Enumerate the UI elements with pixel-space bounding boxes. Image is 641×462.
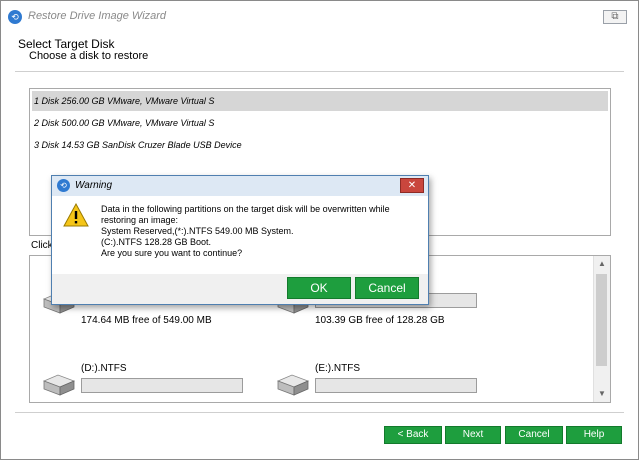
dialog-message-line: System Reserved,(*:).NTFS 549.00 MB Syst…	[101, 226, 294, 236]
dialog-message-line: Data in the following partitions on the …	[101, 204, 390, 214]
title-bar: ⟲ Restore Drive Image Wizard ⧉	[1, 1, 638, 31]
window-title: Restore Drive Image Wizard	[28, 10, 167, 22]
partition-free-space: 174.64 MB free of 549.00 MB	[81, 315, 212, 326]
divider	[15, 412, 624, 413]
page-title: Select Target Disk	[18, 37, 115, 51]
hard-drive-icon[interactable]	[42, 373, 76, 397]
dialog-cancel-button[interactable]: Cancel	[355, 277, 419, 299]
next-button[interactable]: Next	[445, 426, 501, 444]
dialog-title: Warning	[75, 180, 113, 191]
ok-button[interactable]: OK	[287, 277, 351, 299]
disk-list-item[interactable]: 1 Disk 256.00 GB VMware, VMware Virtual …	[32, 91, 608, 111]
dialog-message-line: restoring an image:	[101, 215, 179, 225]
dialog-message-line: Are you sure you want to continue?	[101, 248, 243, 258]
dialog-title-bar: ⟲ Warning ✕	[52, 176, 428, 196]
scroll-up-icon[interactable]: ▲	[594, 256, 610, 272]
warning-icon	[63, 203, 89, 227]
warning-dialog: ⟲ Warning ✕ Data in the following partit…	[51, 175, 429, 305]
partition-usage-bar	[315, 378, 477, 393]
hard-drive-icon[interactable]	[276, 373, 310, 397]
back-button[interactable]: < Back	[384, 426, 442, 444]
close-button[interactable]: ⧉	[603, 10, 627, 24]
partition-name: (E:).NTFS	[315, 363, 360, 374]
divider	[15, 71, 624, 72]
dialog-message: Data in the following partitions on the …	[101, 204, 421, 259]
page-subtitle: Choose a disk to restore	[29, 50, 149, 62]
scroll-down-icon[interactable]: ▼	[594, 386, 610, 402]
dialog-footer: OK Cancel	[52, 274, 428, 304]
help-button[interactable]: Help	[566, 426, 622, 444]
partition-free-space: 103.39 GB free of 128.28 GB	[315, 315, 445, 326]
partition-scrollbar[interactable]: ▲ ▼	[593, 256, 610, 402]
dialog-message-line: (C:).NTFS 128.28 GB Boot.	[101, 237, 212, 247]
disk-list-item[interactable]: 2 Disk 500.00 GB VMware, VMware Virtual …	[32, 113, 608, 133]
disk-restore-icon: ⟲	[57, 179, 70, 192]
dialog-close-button[interactable]: ✕	[400, 178, 424, 193]
partition-hint: Click	[31, 240, 53, 251]
cancel-button[interactable]: Cancel	[505, 426, 563, 444]
partition-usage-bar	[81, 378, 243, 393]
disk-restore-icon: ⟲	[8, 10, 22, 24]
disk-list-item[interactable]: 3 Disk 14.53 GB SanDisk Cruzer Blade USB…	[32, 135, 608, 155]
partition-name: (D:).NTFS	[81, 363, 127, 374]
scroll-thumb[interactable]	[596, 274, 607, 366]
